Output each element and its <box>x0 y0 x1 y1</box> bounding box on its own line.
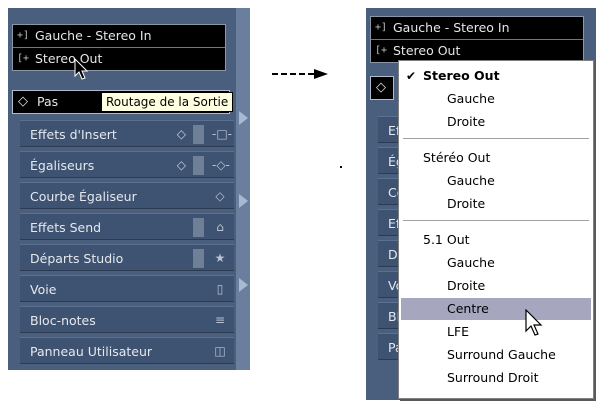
expand-arrow-icon[interactable] <box>239 194 248 208</box>
routing-box-right: +] Gauche - Stereo In [+ Stereo Out <box>370 16 584 63</box>
input-routing-label-right: Gauche - Stereo In <box>393 20 510 35</box>
checkmark-icon: ✔ <box>406 69 417 83</box>
input-routing-field-right[interactable]: +] Gauche - Stereo In <box>371 17 583 39</box>
menu-item-channel[interactable]: Droite <box>401 275 591 297</box>
section-button[interactable]: Égaliseurs ◇ -◇- <box>20 151 234 178</box>
output-routing-label-right: Stereo Out <box>393 43 461 58</box>
eq-curve-icon[interactable]: ◇ <box>212 189 228 204</box>
menu-item-label: Surround Droit <box>447 370 539 385</box>
output-routing-field-right[interactable]: [+ Stereo Out <box>371 39 583 62</box>
arrow-head-icon <box>314 69 328 79</box>
menu-item-label: Stereo Out <box>423 68 500 83</box>
menu-item-channel[interactable]: Surround Droit <box>401 367 591 389</box>
diamond-icon: ◇ <box>18 94 28 109</box>
output-routing-label: Stereo Out <box>35 51 103 66</box>
menu-item-label: Gauche <box>447 255 495 270</box>
output-routing-menu: ✔ Stereo Out Gauche Droite Stéréo Out Gauche D… <box>398 60 594 399</box>
menu-item-channel[interactable]: Gauche <box>401 88 591 110</box>
section-button[interactable]: Panneau Utilisateur ◫ <box>20 337 234 364</box>
section-label: Départs Studio <box>30 251 124 266</box>
diamond-icon: ◇ <box>176 127 186 141</box>
input-routing-icon: +] <box>375 22 388 33</box>
menu-item-label: LFE <box>447 324 470 339</box>
eq-icon[interactable]: -◇- <box>212 158 230 173</box>
menu-item-channel[interactable]: LFE <box>401 321 591 343</box>
dot-mark <box>340 166 342 168</box>
input-routing-field[interactable]: +] Gauche - Stereo In <box>13 25 225 47</box>
notepad-icon[interactable]: ≡ <box>212 313 228 328</box>
toggle-bar[interactable] <box>193 249 204 268</box>
menu-item-label: 5.1 Out <box>423 232 470 247</box>
section-label: Panneau Utilisateur <box>30 344 153 359</box>
toggle-bar[interactable] <box>193 218 204 237</box>
menu-item-label: Gauche <box>447 91 495 106</box>
pass-button-right[interactable]: ◇ <box>370 76 394 100</box>
section-label: Effets d'Insert <box>30 127 117 142</box>
user-panel-icon[interactable]: ◫ <box>212 344 228 359</box>
diamond-icon: ◇ <box>376 80 386 95</box>
section-label: Courbe Égaliseur <box>30 189 137 204</box>
toggle-bar[interactable] <box>193 156 204 175</box>
side-strip <box>236 8 250 370</box>
menu-item-label: Droite <box>447 196 486 211</box>
menu-item-channel[interactable]: Gauche <box>401 252 591 274</box>
menu-item-label: Droite <box>447 278 486 293</box>
input-routing-label: Gauche - Stereo In <box>35 28 152 43</box>
insert-fx-icon[interactable]: -□- <box>212 127 232 142</box>
menu-item-label: Surround Gauche <box>447 347 556 362</box>
menu-item-bus[interactable]: Stéréo Out <box>401 147 591 169</box>
section-button[interactable]: Effets Send ⌂ <box>20 213 234 240</box>
section-label: Voie <box>30 282 57 297</box>
menu-item-channel[interactable]: Droite <box>401 193 591 215</box>
menu-item-channel[interactable]: Centre <box>401 298 591 320</box>
mouse-pointer-icon <box>525 309 543 336</box>
menu-item-channel[interactable]: Surround Gauche <box>401 344 591 366</box>
section-label: Égaliseurs <box>30 158 95 173</box>
menu-item-channel[interactable]: Droite <box>401 111 591 133</box>
section-label: Effets Send <box>30 220 102 235</box>
channel-icon[interactable]: ▯ <box>212 282 228 297</box>
menu-item-label: Centre <box>447 301 489 316</box>
output-routing-field[interactable]: [+ Stereo Out <box>13 47 225 70</box>
menu-item-bus[interactable]: ✔ Stereo Out <box>401 65 591 87</box>
expand-arrow-icon[interactable] <box>239 278 248 292</box>
pass-label: Pas <box>37 94 59 109</box>
expand-arrow-icon[interactable] <box>239 111 248 125</box>
section-button[interactable]: Voie ▯ <box>20 275 234 302</box>
star-icon[interactable]: ★ <box>212 251 228 266</box>
section-button[interactable]: Effets d'Insert ◇ -□- <box>20 120 234 147</box>
menu-separator <box>403 220 589 221</box>
output-routing-icon: [+ <box>375 45 388 56</box>
section-button[interactable]: Départs Studio ★ <box>20 244 234 271</box>
send-icon[interactable]: ⌂ <box>212 220 228 235</box>
menu-item-label: Gauche <box>447 173 495 188</box>
output-routing-icon: [+ <box>17 53 30 64</box>
section-label: Bloc-notes <box>30 313 96 328</box>
inspector-panel-left: +] Gauche - Stereo In [+ Stereo Out ◇ Pa… <box>8 8 250 370</box>
menu-item-channel[interactable]: Gauche <box>401 170 591 192</box>
mouse-pointer-icon <box>74 58 89 80</box>
menu-item-label: Droite <box>447 114 486 129</box>
section-button[interactable]: Bloc-notes ≡ <box>20 306 234 333</box>
section-button[interactable]: Courbe Égaliseur ◇ <box>20 182 234 209</box>
menu-item-label: Stéréo Out <box>423 150 491 165</box>
tooltip: Routage de la Sortie <box>101 92 234 112</box>
routing-box: +] Gauche - Stereo In [+ Stereo Out <box>12 24 226 71</box>
menu-separator <box>403 138 589 139</box>
diamond-icon: ◇ <box>176 158 186 172</box>
toggle-bar[interactable] <box>193 125 204 144</box>
input-routing-icon: +] <box>17 30 30 41</box>
transition-arrow <box>272 73 314 75</box>
menu-item-bus[interactable]: 5.1 Out <box>401 229 591 251</box>
